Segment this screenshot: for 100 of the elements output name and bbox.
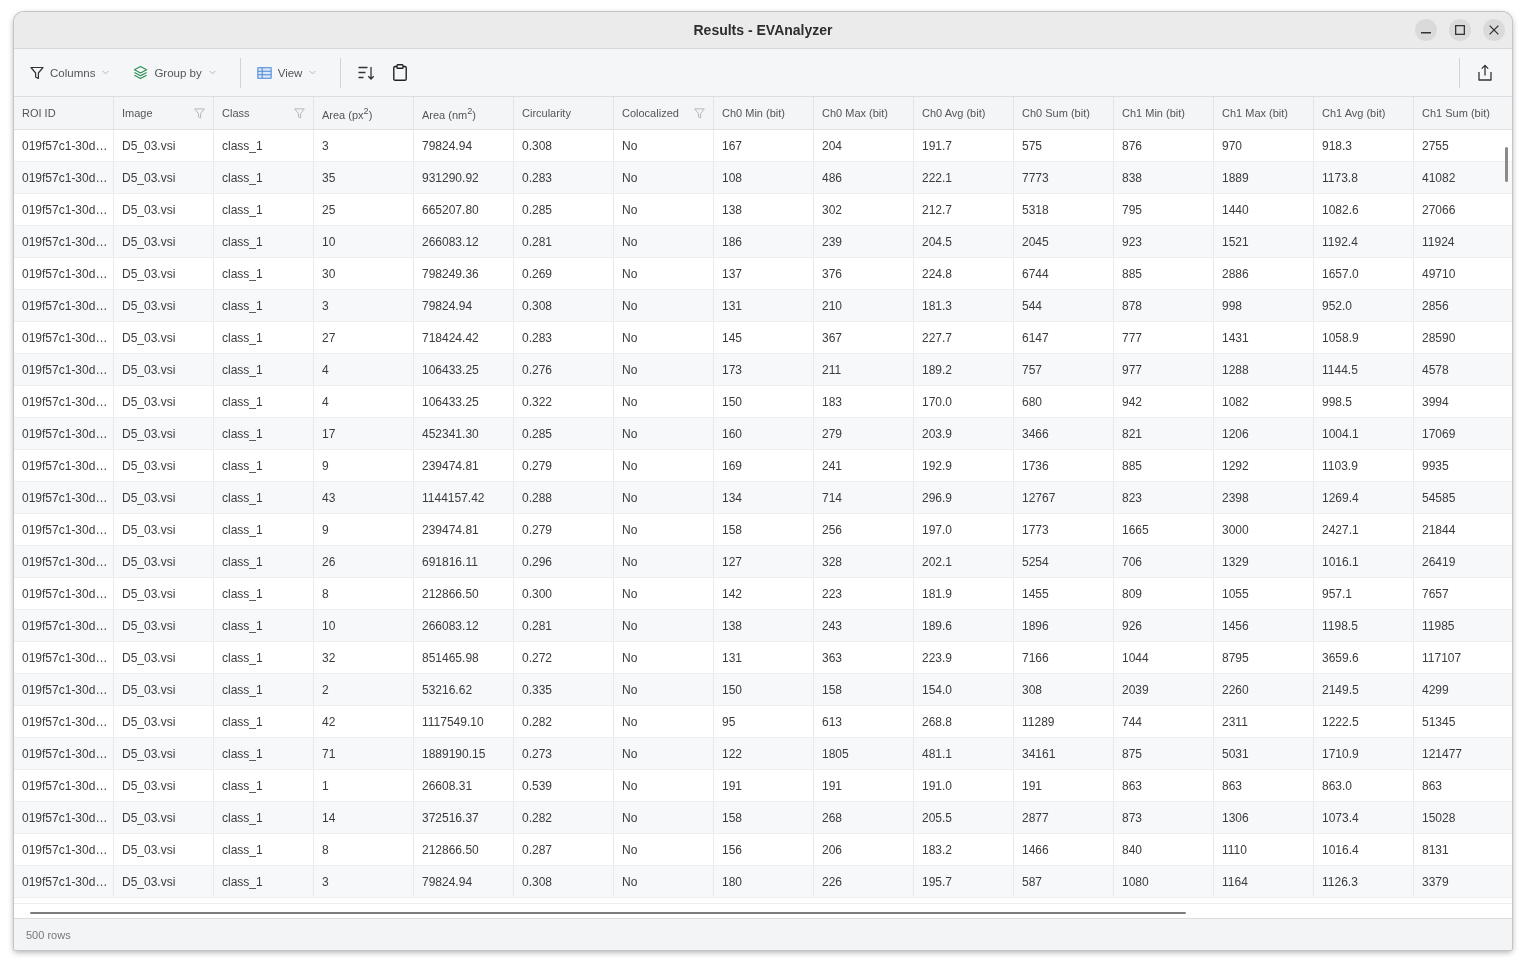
- table-cell: class_1: [214, 482, 314, 513]
- table-cell: 212.7: [914, 194, 1014, 225]
- column-header[interactable]: Ch0 Sum (bit): [1014, 97, 1114, 129]
- column-header[interactable]: Ch0 Max (bit): [814, 97, 914, 129]
- table-cell: No: [614, 802, 714, 833]
- table-cell: 952.0: [1314, 290, 1414, 321]
- column-header[interactable]: Ch0 Avg (bit): [914, 97, 1014, 129]
- table-cell: 1521: [1214, 226, 1314, 257]
- table-cell: 1431: [1214, 322, 1314, 353]
- table-cell: D5_03.vsi: [114, 610, 214, 641]
- sort-icon: [358, 65, 376, 80]
- table-cell: 0.282: [514, 802, 614, 833]
- table-cell: 189.6: [914, 610, 1014, 641]
- table-cell: 019f57c1-30d…: [14, 674, 114, 705]
- table-cell: class_1: [214, 770, 314, 801]
- table-cell: 376: [814, 258, 914, 289]
- table-cell: D5_03.vsi: [114, 834, 214, 865]
- table-cell: 212866.50: [414, 834, 514, 865]
- table-cell: 1896: [1014, 610, 1114, 641]
- table-cell: 0.269: [514, 258, 614, 289]
- table-cell: No: [614, 130, 714, 161]
- column-header[interactable]: Area (px$^{2}$): [314, 97, 414, 129]
- table-cell: 11985: [1414, 610, 1512, 641]
- table-cell: class_1: [214, 610, 314, 641]
- dropdown-button[interactable]: Columns: [22, 61, 118, 84]
- table-cell: 71: [314, 738, 414, 769]
- clipboard-icon: [393, 64, 408, 81]
- table-cell: No: [614, 226, 714, 257]
- maximize-button[interactable]: [1449, 19, 1471, 41]
- table-cell: 019f57c1-30d…: [14, 578, 114, 609]
- column-header[interactable]: Ch1 Avg (bit): [1314, 97, 1414, 129]
- table-cell: D5_03.vsi: [114, 866, 214, 897]
- table-cell: 106433.25: [414, 386, 514, 417]
- table-cell: 158: [814, 674, 914, 705]
- horizontal-scrollbar[interactable]: [30, 912, 1186, 914]
- table-cell: 302: [814, 194, 914, 225]
- table-cell: 210: [814, 290, 914, 321]
- dropdown-button[interactable]: Group by: [125, 61, 224, 84]
- table-cell: 54585: [1414, 482, 1512, 513]
- column-header[interactable]: Ch1 Max (bit): [1214, 97, 1314, 129]
- table-cell: 1: [314, 770, 414, 801]
- table-cell: 180: [714, 866, 814, 897]
- table-cell: 744: [1114, 706, 1214, 737]
- table-cell: 0.308: [514, 866, 614, 897]
- table-cell: D5_03.vsi: [114, 226, 214, 257]
- table-cell: 798249.36: [414, 258, 514, 289]
- column-header[interactable]: Circularity: [514, 97, 614, 129]
- table-cell: 203.9: [914, 418, 1014, 449]
- table-cell: 918.3: [1314, 130, 1414, 161]
- table-cell: 873: [1114, 802, 1214, 833]
- table-cell: 019f57c1-30d…: [14, 866, 114, 897]
- table-cell: No: [614, 610, 714, 641]
- table-cell: 1004.1: [1314, 418, 1414, 449]
- table-cell: 0.273: [514, 738, 614, 769]
- table-cell: 0.539: [514, 770, 614, 801]
- table-cell: 863: [1114, 770, 1214, 801]
- table-cell: 243: [814, 610, 914, 641]
- table-cell: 0.285: [514, 194, 614, 225]
- table-cell: 942: [1114, 386, 1214, 417]
- close-button[interactable]: [1483, 19, 1505, 41]
- column-header[interactable]: Ch1 Sum (bit): [1414, 97, 1512, 129]
- table-cell: 108: [714, 162, 814, 193]
- column-header[interactable]: Ch0 Min (bit): [714, 97, 814, 129]
- caret-icon: [102, 70, 110, 75]
- table-cell: 795: [1114, 194, 1214, 225]
- table-cell: 4: [314, 386, 414, 417]
- table-cell: No: [614, 642, 714, 673]
- table-cell: 28590: [1414, 322, 1512, 353]
- table-cell: 223: [814, 578, 914, 609]
- table-cell: 706: [1114, 546, 1214, 577]
- table-cell: class_1: [214, 546, 314, 577]
- table-cell: class_1: [214, 226, 314, 257]
- table-cell: 486: [814, 162, 914, 193]
- table-cell: 714: [814, 482, 914, 513]
- table-cell: 4299: [1414, 674, 1512, 705]
- table-cell: 4578: [1414, 354, 1512, 385]
- minimize-icon: [1421, 32, 1431, 34]
- column-header[interactable]: Area (nm$^{2}$): [414, 97, 514, 129]
- table-cell: 154.0: [914, 674, 1014, 705]
- table-cell: 3466: [1014, 418, 1114, 449]
- column-header[interactable]: Class: [214, 97, 314, 129]
- column-header[interactable]: Ch1 Min (bit): [1114, 97, 1214, 129]
- table-cell: 878: [1114, 290, 1214, 321]
- table-cell: 138: [714, 194, 814, 225]
- dropdown-button[interactable]: View: [248, 62, 325, 83]
- table-cell: 019f57c1-30d…: [14, 770, 114, 801]
- table-icon: [256, 66, 272, 79]
- column-header[interactable]: ROI ID: [14, 97, 114, 129]
- table-cell: 0.288: [514, 482, 614, 513]
- filter-icon: [30, 65, 44, 80]
- column-header[interactable]: Colocalized: [614, 97, 714, 129]
- minimize-button[interactable]: [1415, 19, 1437, 41]
- table-cell: 268.8: [914, 706, 1014, 737]
- table-cell: 3000: [1214, 514, 1314, 545]
- table-cell: 1466: [1014, 834, 1114, 865]
- column-header[interactable]: Image: [114, 97, 214, 129]
- table-cell: 17: [314, 418, 414, 449]
- table-cell: 544: [1014, 290, 1114, 321]
- vertical-scrollbar[interactable]: [1505, 147, 1508, 182]
- table-cell: D5_03.vsi: [114, 514, 214, 545]
